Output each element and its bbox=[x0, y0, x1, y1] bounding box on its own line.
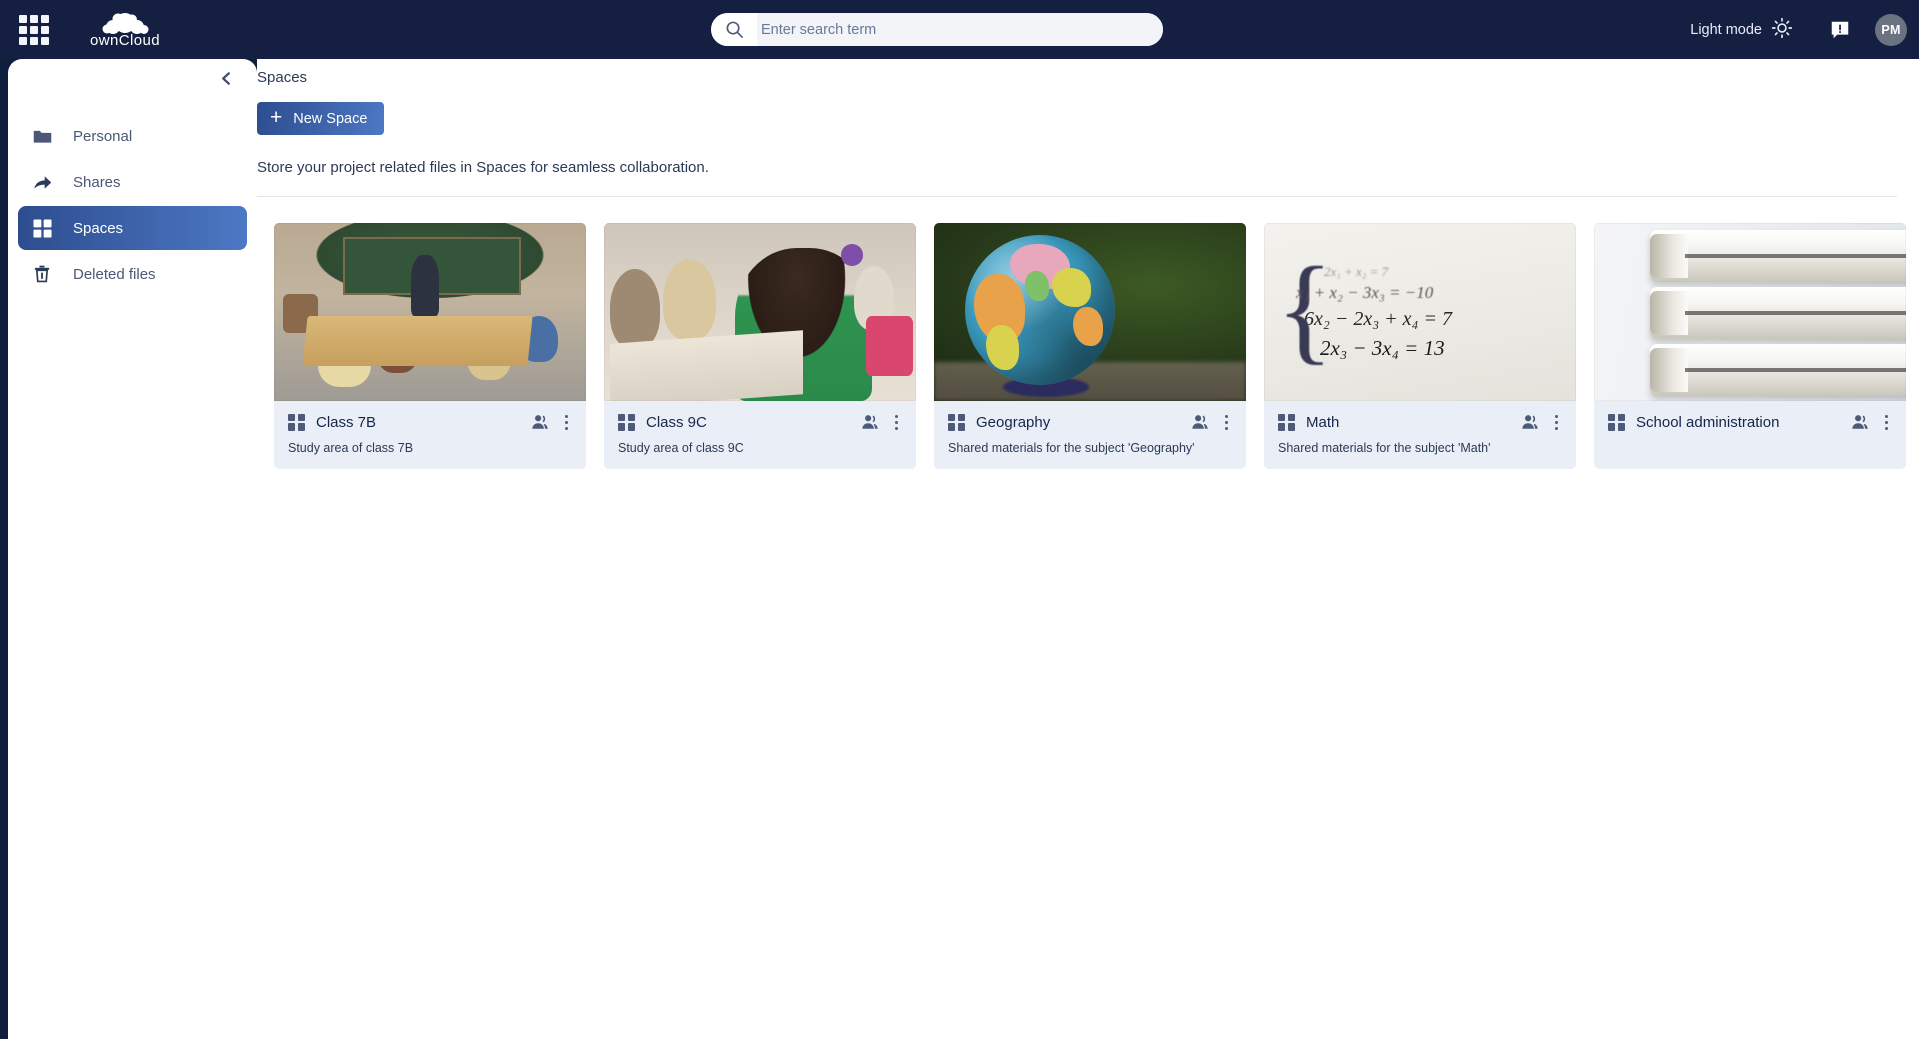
space-card-body: Class 7B Study area of class 7B bbox=[274, 401, 586, 469]
space-description: Shared materials for the subject 'Geogra… bbox=[948, 441, 1195, 455]
spaces-grid: Class 7B Study area of class 7B Class 9C… bbox=[274, 223, 1919, 469]
grid-spaces-icon bbox=[618, 413, 635, 431]
space-card-body: Math Shared materials for the subject 'M… bbox=[1264, 401, 1576, 469]
classroom-photo-class-9c bbox=[604, 223, 916, 401]
equations-photo: { 2x₁ + x₂ = 7 x₁ + x₂ − 3x₃ = −10 6x₂ −… bbox=[1264, 223, 1576, 401]
space-thumbnail[interactable] bbox=[604, 223, 916, 401]
three-dots-vertical-icon[interactable] bbox=[557, 412, 575, 432]
grid-cell bbox=[30, 25, 38, 34]
top-bar-right-controls: Light mode PM bbox=[1682, 0, 1907, 59]
grid-cell bbox=[41, 25, 49, 34]
grid-cell bbox=[41, 36, 49, 45]
three-dots-vertical-icon[interactable] bbox=[1547, 412, 1565, 432]
feedback-bubble-icon[interactable] bbox=[1823, 13, 1857, 47]
svg-text:ownCloud: ownCloud bbox=[90, 32, 160, 49]
page-body: Personal Shares Spaces Deleted files Spa… bbox=[0, 59, 1919, 1039]
space-card-body: Class 9C Study area of class 9C bbox=[604, 401, 916, 469]
spaces-blurb: Store your project related files in Spac… bbox=[257, 159, 709, 176]
grid-spaces-icon bbox=[1608, 413, 1625, 431]
space-thumbnail[interactable] bbox=[274, 223, 586, 401]
binders-photo bbox=[1594, 223, 1906, 401]
light-mode-label: Light mode bbox=[1690, 21, 1762, 38]
space-card-body: School administration bbox=[1594, 401, 1906, 465]
space-name: Class 9C bbox=[646, 413, 707, 431]
people-icon[interactable] bbox=[1850, 412, 1870, 432]
space-card-header: Class 7B bbox=[288, 412, 575, 432]
globe-photo bbox=[934, 223, 1246, 401]
space-description: Study area of class 9C bbox=[618, 441, 744, 455]
three-dots-vertical-icon[interactable] bbox=[1217, 412, 1235, 432]
space-card-actions bbox=[860, 412, 905, 432]
space-card[interactable]: Class 7B Study area of class 7B bbox=[274, 223, 586, 469]
people-icon[interactable] bbox=[1520, 412, 1540, 432]
top-bar: ownCloud Light mode bbox=[0, 0, 1919, 59]
space-name: Class 7B bbox=[316, 413, 377, 431]
grid-cell bbox=[30, 36, 38, 45]
space-thumbnail[interactable] bbox=[934, 223, 1246, 401]
space-name: Geography bbox=[976, 413, 1051, 431]
grid-cell bbox=[19, 14, 27, 23]
grid-apps-icon[interactable] bbox=[17, 13, 51, 47]
three-dots-vertical-icon[interactable] bbox=[1877, 412, 1895, 432]
space-card-actions bbox=[1850, 412, 1895, 432]
space-description: Study area of class 7B bbox=[288, 441, 414, 455]
space-thumbnail[interactable]: { 2x₁ + x₂ = 7 x₁ + x₂ − 3x₃ = −10 6x₂ −… bbox=[1264, 223, 1576, 401]
search-bar[interactable] bbox=[711, 13, 1163, 46]
space-card-header: School administration bbox=[1608, 412, 1895, 432]
space-card[interactable]: School administration bbox=[1594, 223, 1906, 469]
grid-cell bbox=[41, 14, 49, 23]
section-divider bbox=[257, 196, 1897, 197]
sun-icon bbox=[1771, 17, 1793, 43]
grid-cell bbox=[30, 14, 38, 23]
space-name: School administration bbox=[1636, 413, 1780, 431]
grid-spaces-icon bbox=[288, 413, 305, 431]
new-space-button[interactable]: + New Space bbox=[257, 102, 385, 135]
equation-line: 6x₂ − 2x₃ + x₄ = 7 bbox=[1304, 308, 1452, 331]
people-icon[interactable] bbox=[530, 412, 550, 432]
space-name: Math bbox=[1306, 413, 1340, 431]
search-icon bbox=[711, 13, 757, 46]
people-icon[interactable] bbox=[1190, 412, 1210, 432]
light-mode-toggle[interactable]: Light mode bbox=[1682, 11, 1801, 49]
space-card[interactable]: { 2x₁ + x₂ = 7 x₁ + x₂ − 3x₃ = −10 6x₂ −… bbox=[1264, 223, 1576, 469]
search-input[interactable] bbox=[757, 13, 1163, 46]
owncloud-logo[interactable]: ownCloud bbox=[88, 10, 162, 50]
grid-cell bbox=[19, 36, 27, 45]
space-thumbnail[interactable] bbox=[1594, 223, 1906, 401]
avatar-initials: PM bbox=[1881, 22, 1901, 37]
space-card-actions bbox=[1520, 412, 1565, 432]
equation-line: x₁ + x₂ − 3x₃ = −10 bbox=[1296, 283, 1434, 303]
space-card[interactable]: Geography Shared materials for the subje… bbox=[934, 223, 1246, 469]
new-space-label: New Space bbox=[293, 110, 368, 127]
space-card-actions bbox=[1190, 412, 1235, 432]
grid-cell bbox=[19, 25, 27, 34]
plus-icon: + bbox=[270, 106, 283, 129]
equation-line: 2x₃ − 3x₄ = 13 bbox=[1320, 336, 1445, 361]
space-card-actions bbox=[530, 412, 575, 432]
space-card-header: Class 9C bbox=[618, 412, 905, 432]
page-title: Spaces bbox=[257, 69, 308, 86]
classroom-photo-class-7b bbox=[274, 223, 586, 401]
space-card-body: Geography Shared materials for the subje… bbox=[934, 401, 1246, 469]
three-dots-vertical-icon[interactable] bbox=[887, 412, 905, 432]
avatar[interactable]: PM bbox=[1875, 13, 1907, 46]
space-card-header: Math bbox=[1278, 412, 1565, 432]
equation-line: 2x₁ + x₂ = 7 bbox=[1324, 263, 1389, 279]
grid-spaces-icon bbox=[1278, 413, 1295, 431]
space-card-header: Geography bbox=[948, 412, 1235, 432]
grid-spaces-icon bbox=[948, 413, 965, 431]
people-icon[interactable] bbox=[860, 412, 880, 432]
space-description: Shared materials for the subject 'Math' bbox=[1278, 441, 1491, 455]
space-card[interactable]: Class 9C Study area of class 9C bbox=[604, 223, 916, 469]
